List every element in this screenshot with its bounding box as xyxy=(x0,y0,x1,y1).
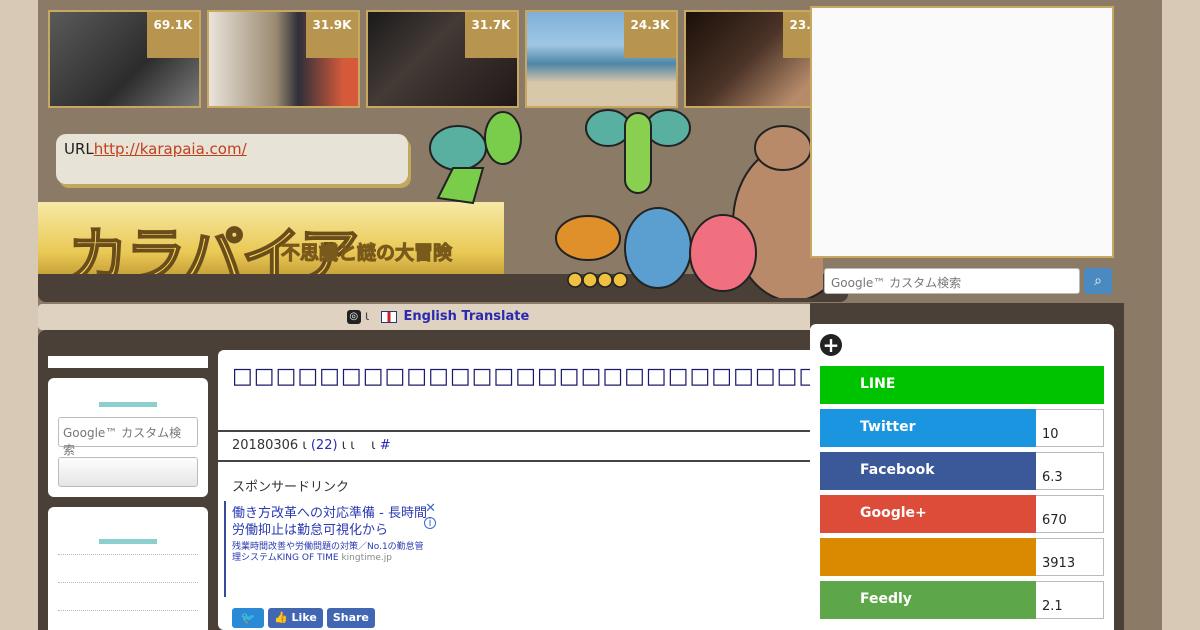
translate-separator: ι xyxy=(364,309,370,324)
thumbnail-count: 24.3K xyxy=(624,12,676,58)
meta-sep: ι xyxy=(302,438,307,453)
twitter-label: Twitter xyxy=(820,409,1036,447)
english-translate-link[interactable]: English Translate xyxy=(404,309,530,324)
header-search-input[interactable]: Google™ カスタム検索 xyxy=(824,268,1080,294)
line-share-button[interactable]: LINE xyxy=(820,366,1104,404)
teal-divider xyxy=(99,402,157,407)
article-share-row: 🐦 👍 Like Share xyxy=(232,608,375,628)
googleplus-label: Google+ xyxy=(820,495,1036,533)
thumbnail-1[interactable]: 69.1K xyxy=(48,10,201,108)
sponsor-label: スポンサードリンク xyxy=(232,480,350,495)
facebook-like-button[interactable]: 👍 Like xyxy=(268,608,323,628)
ad-banner-placeholder xyxy=(810,6,1114,258)
list-item[interactable] xyxy=(58,554,198,582)
site-url-link[interactable]: http://karapaia.com/ xyxy=(94,140,247,158)
thumbnail-count: 69.1K xyxy=(147,12,199,58)
sidebar-search-box: Google™ カスタム検索 xyxy=(48,378,208,497)
meta-sep: ι ι xyxy=(341,438,355,453)
feedly-count: 2.1 xyxy=(1036,581,1104,619)
ad-desc-text: 残業時間改善や労働問題の対策／No.1の勤怠管理システムKING OF TIME xyxy=(232,542,424,563)
search-icon[interactable]: ⌕ xyxy=(1084,268,1112,294)
twitter-share-button[interactable]: 🐦 xyxy=(232,608,264,628)
thumbnail-2[interactable]: 31.9K xyxy=(207,10,360,108)
url-box: URLhttp://karapaia.com/ xyxy=(56,134,408,184)
permalink-hash[interactable]: # xyxy=(380,438,391,453)
hatena-share-button[interactable]: 3913 xyxy=(820,538,1104,576)
feedly-label: Feedly xyxy=(820,581,1036,619)
left-sidebar: Google™ カスタム検索 xyxy=(48,356,208,630)
teal-divider xyxy=(99,539,157,544)
facebook-share-button[interactable]: Facebook 6.3 xyxy=(820,452,1104,490)
ad-description: 残業時間改善や労働問題の対策／No.1の勤怠管理システムKING OF TIME… xyxy=(232,542,430,564)
twitter-bird-icon: 🐦 xyxy=(240,611,256,625)
googleplus-count: 670 xyxy=(1036,495,1104,533)
article-meta: 20180306 ι (22) ι ι ι # xyxy=(218,432,838,462)
share-panel: + LINE Twitter 10 Facebook 6.3 Google+ 6… xyxy=(810,324,1114,630)
translate-bar: ◎ ι English Translate xyxy=(38,304,838,330)
ad-info-icon[interactable]: i xyxy=(424,517,436,529)
twitter-share-button[interactable]: Twitter 10 xyxy=(820,409,1104,447)
ad-block[interactable]: ✕ i 働き方改革への対応準備 - 長時間労働抑止は勤怠可視化から 残業時間改善… xyxy=(224,501,436,597)
article: □□□□□□□□□□□□□□□□□□□□□□□□□□□□□□□□□□□□□□□□… xyxy=(218,350,838,630)
sidebar-search-button[interactable] xyxy=(58,457,198,487)
feedly-share-button[interactable]: Feedly 2.1 xyxy=(820,581,1104,619)
ad-title[interactable]: 働き方改革への対応準備 - 長時間労働抑止は勤怠可視化から xyxy=(232,505,430,539)
thumbnail-4[interactable]: 24.3K xyxy=(525,10,678,108)
popular-thumbnails: 69.1K 31.9K 31.7K 24.3K 23.2K xyxy=(48,10,837,108)
thumbnail-count: 31.9K xyxy=(306,12,358,58)
list-item[interactable] xyxy=(58,582,198,610)
like-label: Like xyxy=(291,611,317,624)
thumbnail-3[interactable]: 31.7K xyxy=(366,10,519,108)
globe-icon[interactable]: ◎ xyxy=(346,309,361,324)
article-date: 20180306 xyxy=(232,438,299,453)
uk-flag-icon xyxy=(381,310,398,323)
sidebar-search-input[interactable]: Google™ カスタム検索 xyxy=(58,417,198,457)
sidebar-top-bar xyxy=(48,356,208,368)
sidebar-list-box xyxy=(48,507,208,630)
hatena-count: 3913 xyxy=(1036,538,1104,576)
googleplus-share-button[interactable]: Google+ 670 xyxy=(820,495,1104,533)
list-item[interactable] xyxy=(58,610,198,630)
facebook-label: Facebook xyxy=(820,452,1036,490)
comment-count-link[interactable]: (22) xyxy=(311,438,338,453)
ad-domain: kingtime.jp xyxy=(341,553,393,563)
facebook-count: 6.3 xyxy=(1036,452,1104,490)
meta-sep: ι xyxy=(371,438,376,453)
thumbnail-count: 31.7K xyxy=(465,12,517,58)
facebook-share-button[interactable]: Share xyxy=(326,608,375,628)
twitter-count: 10 xyxy=(1036,409,1104,447)
mascot-illustration xyxy=(429,109,823,298)
url-prefix: URL xyxy=(64,140,94,158)
main-content: Google™ カスタム検索 □□□□□□□□□□□□□□□□□□□□□□□□□… xyxy=(38,330,838,630)
thumbs-up-icon: 👍 xyxy=(274,611,288,624)
hatena-label xyxy=(820,538,1036,576)
ad-close-icon[interactable]: ✕ xyxy=(425,501,436,516)
plus-icon[interactable]: + xyxy=(820,334,842,356)
article-title[interactable]: □□□□□□□□□□□□□□□□□□□□□□□□□□□□□□□□□□□□□□□□… xyxy=(218,350,838,432)
line-label: LINE xyxy=(820,366,1104,404)
